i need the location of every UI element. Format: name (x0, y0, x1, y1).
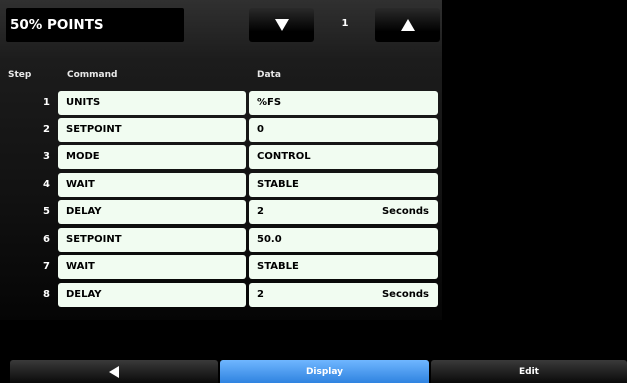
step-number: 8 (43, 289, 50, 300)
edit-tab[interactable]: Edit (431, 360, 627, 383)
data-cell[interactable]: STABLE (249, 255, 438, 279)
data-column-header: Data (257, 70, 281, 80)
command-cell[interactable]: DELAY (58, 200, 246, 224)
step-number: 3 (43, 151, 50, 162)
triangle-left-icon (109, 365, 119, 378)
page-down-button[interactable] (249, 8, 314, 42)
step-number: 2 (43, 124, 50, 135)
command-cell[interactable]: SETPOINT (58, 118, 246, 142)
data-value: %FS (257, 97, 282, 108)
table-row: 4 WAIT STABLE (0, 173, 442, 197)
sequence-panel: 50% POINTS 1 Step Command Data 1 UNITS %… (0, 0, 442, 320)
step-number: 6 (43, 234, 50, 245)
table-row: 1 UNITS %FS (0, 91, 442, 115)
data-value: 0 (257, 124, 264, 135)
page-up-button[interactable] (375, 8, 440, 42)
step-number: 1 (43, 97, 50, 108)
command-cell[interactable]: DELAY (58, 283, 246, 307)
screen: 50% POINTS 1 Step Command Data 1 UNITS %… (0, 0, 627, 383)
data-unit: Seconds (381, 289, 429, 300)
command-cell[interactable]: SETPOINT (58, 228, 246, 252)
step-number: 4 (43, 179, 50, 190)
table-row: 8 DELAY 2 Seconds (0, 283, 442, 307)
data-cell[interactable]: 50.0 (249, 228, 438, 252)
back-button[interactable] (10, 360, 218, 383)
table-row: 5 DELAY 2 Seconds (0, 200, 442, 224)
command-column-header: Command (67, 70, 118, 80)
triangle-down-icon (274, 19, 289, 31)
step-number: 5 (43, 206, 50, 217)
data-cell[interactable]: 0 (249, 118, 438, 142)
table-row: 2 SETPOINT 0 (0, 118, 442, 142)
data-value: STABLE (257, 179, 299, 190)
command-cell[interactable]: UNITS (58, 91, 246, 115)
data-value: 50.0 (257, 234, 282, 245)
step-number: 7 (43, 261, 50, 272)
table-row: 3 MODE CONTROL (0, 145, 442, 169)
step-column-header: Step (8, 70, 32, 80)
table-row: 6 SETPOINT 50.0 (0, 228, 442, 252)
data-cell[interactable]: 2 Seconds (249, 200, 438, 224)
data-value: 2 (257, 289, 264, 300)
sequence-title-box: 50% POINTS (6, 8, 184, 42)
command-cell[interactable]: WAIT (58, 173, 246, 197)
data-value: STABLE (257, 261, 299, 272)
table-row: 7 WAIT STABLE (0, 255, 442, 279)
triangle-up-icon (400, 19, 415, 31)
data-cell[interactable]: CONTROL (249, 145, 438, 169)
command-cell[interactable]: MODE (58, 145, 246, 169)
bottom-tab-bar: Display Edit (0, 360, 627, 383)
sequence-title: 50% POINTS (10, 17, 104, 33)
data-unit: Seconds (381, 206, 429, 217)
data-value: CONTROL (257, 151, 311, 162)
data-cell[interactable]: 2 Seconds (249, 283, 438, 307)
data-value: 2 (257, 206, 264, 217)
display-tab[interactable]: Display (220, 360, 429, 383)
data-cell[interactable]: %FS (249, 91, 438, 115)
page-number: 1 (341, 18, 349, 29)
command-cell[interactable]: WAIT (58, 255, 246, 279)
data-cell[interactable]: STABLE (249, 173, 438, 197)
